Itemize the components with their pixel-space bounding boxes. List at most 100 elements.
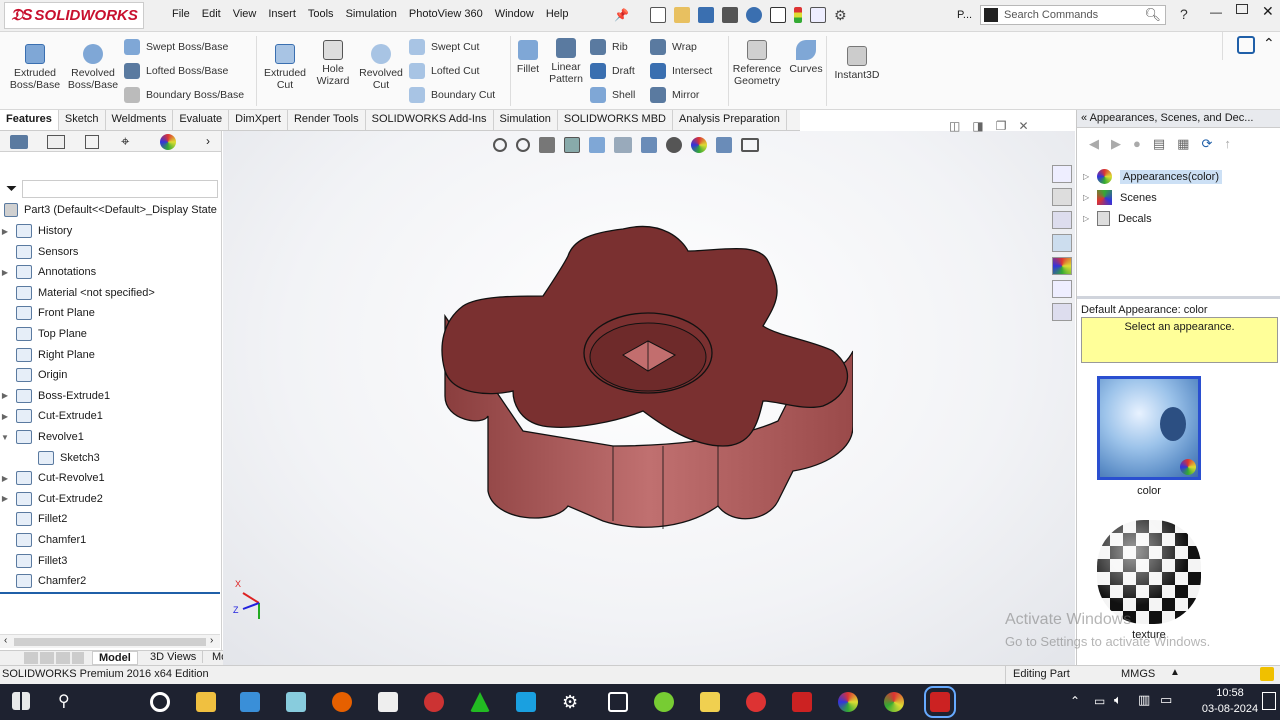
tree-item-sensors[interactable]: Sensors [0,242,78,262]
dimxpert-tab-icon[interactable]: ⌖ [121,133,129,150]
options-gear-icon[interactable]: ⚙ [834,7,850,23]
menu-photoview[interactable]: PhotoView 360 [403,6,489,22]
tree-item-boss-extrude1[interactable]: ▶ Boss-Extrude1 [0,386,110,406]
menu-tools[interactable]: Tools [302,6,340,22]
select-cursor-icon[interactable] [770,7,786,23]
tree-item-revolve1[interactable]: ▼ Revolve1 [0,427,84,447]
menu-simulation[interactable]: Simulation [340,6,403,22]
lofted-cut-button[interactable]: Lofted Cut [409,59,509,83]
filter-icon[interactable]: ⏷ [6,180,17,197]
rebuild-traffic-light-icon[interactable] [794,7,802,23]
hole-wizard-button[interactable]: Hole Wizard [312,40,354,87]
tree-item-chamfer2[interactable]: Chamfer2 [0,571,86,591]
add-folder-icon[interactable]: ▤ [1153,136,1165,152]
tree-item-fillet2[interactable]: Fillet2 [0,509,67,529]
scroll-right-icon[interactable]: › [210,635,213,646]
solidworks-active-icon[interactable] [924,686,956,718]
refresh-icon[interactable]: ⟳ [1201,136,1212,152]
hide-show-items-icon[interactable] [666,137,682,153]
tab-navigation-arrows[interactable] [24,652,84,664]
wrap-button[interactable]: Wrap [650,35,730,59]
file-properties-icon[interactable] [810,7,826,23]
featuremanager-tab-icon[interactable] [10,135,28,149]
menu-edit[interactable]: Edit [196,6,227,22]
mirror-button[interactable]: Mirror [650,83,730,107]
linear-pattern-button[interactable]: Linear Pattern [546,38,586,85]
view-palette-tab-icon[interactable] [1052,234,1072,252]
task-view-icon[interactable] [150,692,170,712]
folder-icon[interactable] [700,692,720,712]
menu-window[interactable]: Window [489,6,540,22]
tab-sketch[interactable]: Sketch [59,110,106,130]
rib-button[interactable]: Rib [590,35,650,59]
extruded-boss-button[interactable]: Extruded Boss/Base [8,44,62,91]
search-taskbar-icon[interactable]: ⚲ [58,692,78,712]
app-icon[interactable] [516,692,536,712]
tab-dimxpert[interactable]: DimXpert [229,110,288,130]
tree-item-cut-extrude1[interactable]: ▶ Cut-Extrude1 [0,406,103,426]
intersect-button[interactable]: Intersect [650,59,730,83]
scrollbar-thumb[interactable] [14,638,206,646]
tray-chevron-up-icon[interactable]: ⌃ [1070,694,1080,708]
viewport-close-icon[interactable]: ✕ [1018,119,1028,133]
tree-filter-input[interactable] [22,180,218,198]
fillet-button[interactable]: Fillet [514,40,542,75]
appearances-tab-icon[interactable] [1052,257,1072,275]
tree-item-chamfer1[interactable]: Chamfer1 [0,530,86,550]
network-icon[interactable]: ▥ [1138,692,1150,708]
boundary-cut-button[interactable]: Boundary Cut [409,83,509,107]
swept-boss-button[interactable]: Swept Boss/Base [124,35,254,59]
options-icon[interactable]: ▦ [1177,136,1189,152]
splitter[interactable] [1077,296,1280,299]
tab-3d-views[interactable]: 3D Views [144,651,204,663]
clock-time[interactable]: 10:58 [1210,687,1250,699]
scroll-left-icon[interactable]: ‹ [4,635,7,646]
expand-arrow-icon[interactable]: ▶ [0,268,10,277]
store-icon[interactable] [240,692,260,712]
rollback-bar[interactable] [0,592,220,594]
tab-model[interactable]: Model [92,651,138,665]
open-folder-icon[interactable] [674,7,690,23]
print-icon[interactable] [722,7,738,23]
help-icon[interactable]: ? [1180,6,1188,22]
tab-evaluate[interactable]: Evaluate [173,110,230,130]
units-selector[interactable]: MMGS [1121,668,1155,680]
expand-arrow-icon[interactable]: ▶ [0,494,10,503]
app-icon[interactable] [424,692,444,712]
file-explorer-icon[interactable] [196,692,216,712]
app-icon[interactable] [654,692,674,712]
horizontal-scrollbar[interactable]: ‹ › [0,634,220,648]
expand-arrow-icon[interactable]: ▶ [0,391,10,400]
tree-item-history[interactable]: ▶ History [0,221,72,241]
minimize-button[interactable]: — [1210,5,1222,19]
design-library-tab-icon[interactable] [1052,188,1072,206]
collapse-double-chevron-icon[interactable]: « [1081,112,1087,124]
expand-arrow-icon[interactable]: ▶ [0,474,10,483]
boundary-boss-button[interactable]: Boundary Boss/Base [124,83,254,107]
tree-scenes[interactable]: ▷ Scenes [1083,187,1222,208]
search-input[interactable]: Search Commands [1004,9,1098,21]
tab-features[interactable]: Features [0,110,59,130]
expand-arrow-icon[interactable]: ▷ [1083,172,1097,181]
up-icon[interactable]: ↑ [1224,136,1231,152]
graphics-area[interactable]: ◫ ◨ ❐ ✕ X Z [223,119,1075,665]
camera-icon[interactable] [608,692,628,712]
expand-arrow-icon[interactable]: ▷ [1083,214,1097,223]
viewport-icon-2[interactable]: ◨ [972,119,983,133]
view-orientation-icon[interactable] [614,137,632,153]
part-3d-model[interactable] [433,221,853,541]
battery-icon[interactable]: ▭ [1160,692,1172,708]
tab-simulation[interactable]: Simulation [494,110,558,130]
zoom-to-area-icon[interactable] [516,138,530,152]
tab-addins[interactable]: SOLIDWORKS Add-Ins [366,110,494,130]
tab-weldments[interactable]: Weldments [106,110,174,130]
command-manager-expand[interactable]: ⌃ [1222,32,1280,60]
solidworks-taskbar-icon[interactable] [792,692,812,712]
viewport-icon-1[interactable]: ◫ [949,119,960,133]
undo-icon[interactable] [746,7,762,23]
tree-appearances[interactable]: ▷ Appearances(color) [1083,166,1222,187]
start-button-icon[interactable] [12,692,30,710]
tree-item-cut-extrude2[interactable]: ▶ Cut-Extrude2 [0,489,103,509]
apply-scene-icon[interactable] [716,137,732,153]
expand-arrow-icon[interactable]: ▶ [0,227,10,236]
